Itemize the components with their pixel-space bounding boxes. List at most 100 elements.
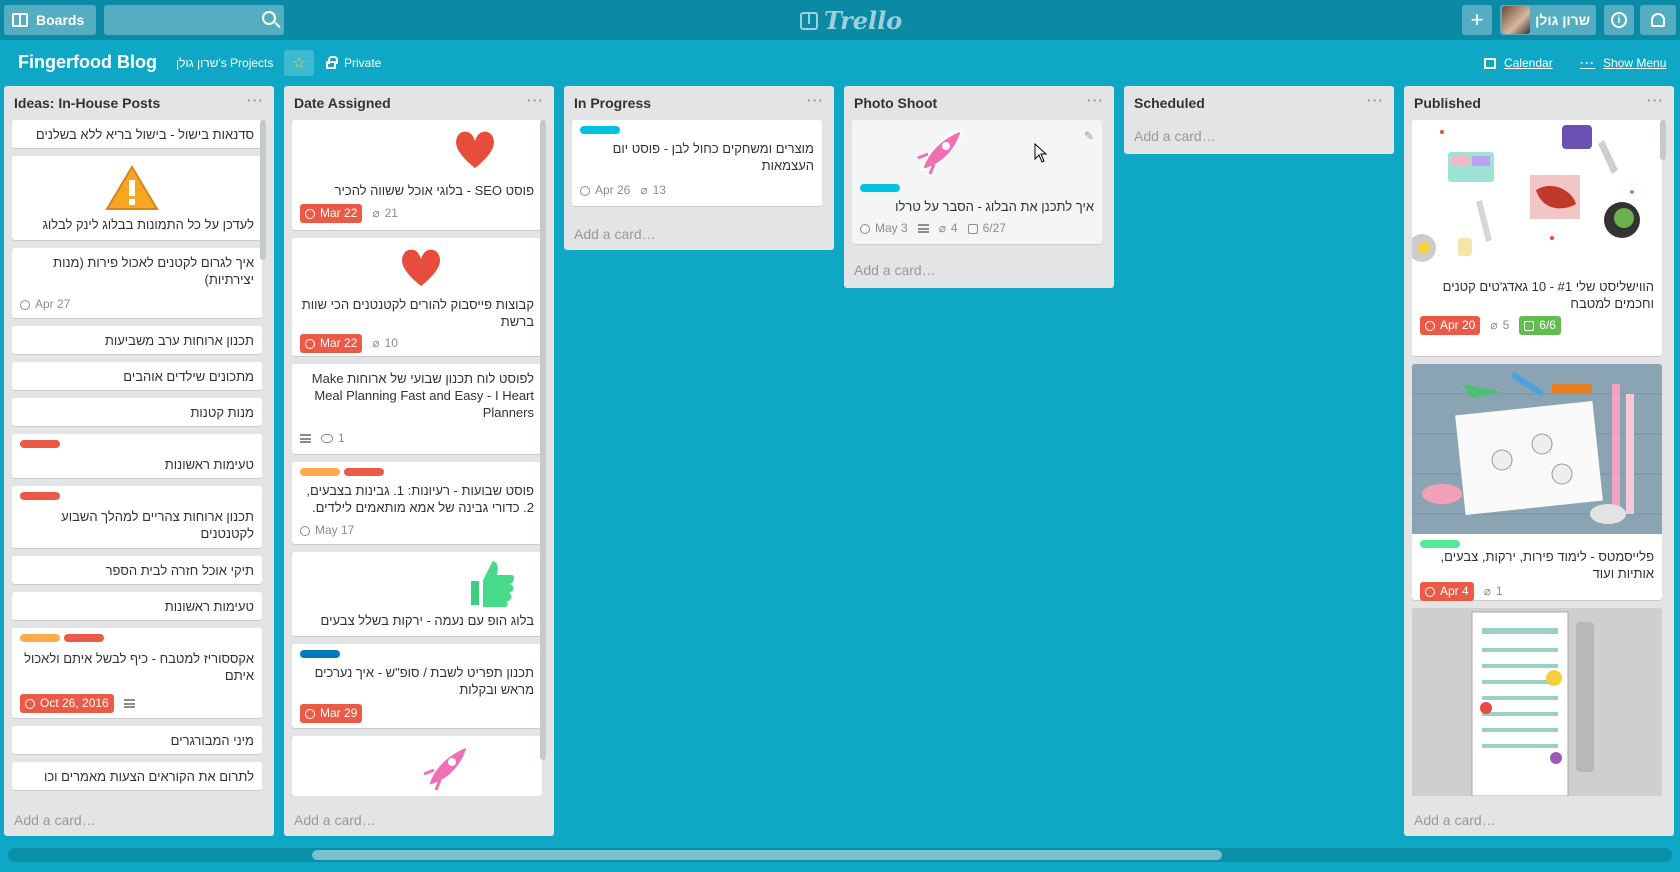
add-card-button[interactable]: Add a card… xyxy=(294,812,376,828)
card-cover-image xyxy=(1412,364,1662,534)
card-title: סדנאות בישול - בישול בריא ללא בשלנים xyxy=(35,127,254,142)
card-title: תכנון ארוחות ערב משביעות xyxy=(104,333,254,348)
checklist-badge: 6/27 xyxy=(967,220,1006,237)
list-menu-icon[interactable]: ··· xyxy=(1367,92,1384,108)
mouse-cursor-icon xyxy=(1034,143,1048,163)
add-card-button[interactable]: Add a card… xyxy=(14,812,96,828)
add-card-button[interactable]: Add a card… xyxy=(854,262,936,278)
list-cards: ✎ איך לתכנן את הבלוג - הסבר על טרלו May … xyxy=(852,120,1102,250)
list-title[interactable]: Published xyxy=(1414,95,1481,111)
list-scheduled: Scheduled ··· Add a card… xyxy=(1124,86,1394,154)
list-card[interactable]: איך לגרום לקטנים לאכול פירות (מנות יצירת… xyxy=(12,248,262,318)
list-card[interactable]: פלייסמטס - לימוד פירות, ירקות, צבעים, או… xyxy=(1412,364,1662,601)
due-date-badge: Oct 26, 2016 xyxy=(20,694,114,713)
calendar-button[interactable]: Calendar xyxy=(1484,56,1553,70)
list-title[interactable]: In Progress xyxy=(574,95,651,111)
search-input[interactable] xyxy=(104,5,284,35)
list-card[interactable]: קבוצות פייסבוק להורים לקטנטנים הכי שוות … xyxy=(292,238,542,356)
card-badges: Apr 20 ⌀ 5 6/6 xyxy=(1420,316,1561,335)
list-cards: סדנאות בישול - בישול בריא ללא בשלנים לעד… xyxy=(12,120,262,796)
paperclip-icon: ⌀ xyxy=(640,183,648,197)
boards-button[interactable]: Boards xyxy=(4,5,96,35)
card-label xyxy=(300,650,340,658)
due-date-text: Mar 22 xyxy=(320,206,358,220)
list-card[interactable]: טעימות ראשונות xyxy=(12,434,262,478)
attachments-badge: ⌀ 1 xyxy=(1484,583,1503,600)
notifications-button[interactable] xyxy=(1640,5,1676,35)
description-icon xyxy=(300,434,311,443)
add-card-button[interactable]: Add a card… xyxy=(1414,812,1496,828)
star-button[interactable]: ☆ xyxy=(284,50,314,76)
board-horizontal-scrollbar[interactable] xyxy=(8,848,1672,862)
list-card[interactable]: סדנאות בישול - בישול בריא ללא בשלנים xyxy=(12,120,262,148)
list-card[interactable]: מנות קטנות xyxy=(12,398,262,426)
due-date-badge: May 3 xyxy=(860,220,908,237)
add-card-button[interactable]: Add a card… xyxy=(1134,128,1216,144)
list-card[interactable]: לעדכן על כל התמונות בבלוג לינק לבלוג xyxy=(12,156,262,240)
scrollbar-thumb[interactable] xyxy=(312,850,1222,860)
clock-icon xyxy=(305,208,315,219)
list-title[interactable]: Scheduled xyxy=(1134,95,1205,111)
list-card[interactable]: ✎ איך לתכנן את הבלוג - הסבר על טרלו May … xyxy=(852,120,1102,244)
list-card[interactable]: מתכונים שילדים אוהבים xyxy=(12,362,262,390)
heart-icon xyxy=(450,126,500,172)
list-card[interactable]: לתרום את הקוראים הצעות מאמרים וכו xyxy=(12,762,262,790)
list-menu-icon[interactable]: ··· xyxy=(1647,92,1664,108)
due-date-badge: Mar 22 xyxy=(300,334,363,353)
list-card[interactable]: תכנון ארוחות צהריים למהלך השבוע לקטנטנים xyxy=(12,486,262,548)
team-name[interactable]: שרון גולן's Projects xyxy=(176,56,273,70)
due-date-badge: Apr 20 xyxy=(1420,316,1481,335)
show-menu-button[interactable]: ··· Show Menu xyxy=(1580,56,1666,70)
list-card[interactable]: אקססוריז למטבח - כיף לבשל איתם ולאכול אי… xyxy=(12,628,262,718)
list-card[interactable] xyxy=(292,736,542,796)
warning-icon xyxy=(104,164,160,212)
user-menu-button[interactable]: שרון גולן xyxy=(1500,5,1596,35)
list-menu-icon[interactable]: ··· xyxy=(527,92,544,108)
list-scrollbar[interactable] xyxy=(260,120,266,260)
list-card[interactable] xyxy=(1412,608,1662,796)
trello-logo[interactable]: Trello xyxy=(800,6,902,35)
due-date-badge: Apr 26 xyxy=(580,182,630,199)
card-badges: 1 xyxy=(300,430,345,447)
list-menu-icon[interactable]: ··· xyxy=(1087,92,1104,108)
board-header: Fingerfood Blog שרון גולן's Projects ☆ P… xyxy=(0,44,1680,82)
list-card[interactable]: מוצרים ומשחקים כחול לבן - פוסט יום העצמא… xyxy=(572,120,822,206)
list-card[interactable]: בלוג הופ עם נעמה - ירקות בשלל צבעים xyxy=(292,552,542,636)
search-icon[interactable] xyxy=(262,11,276,25)
list-scrollbar[interactable] xyxy=(1660,120,1666,160)
list-date-assigned: Date Assigned ··· פוסט SEO - בלוגי אוכל … xyxy=(284,86,554,836)
due-date-badge: Mar 22 xyxy=(300,204,363,223)
card-title: תכנון ארוחות צהריים למהלך השבוע לקטנטנים xyxy=(61,509,254,541)
list-card[interactable]: מיני המבורגרים xyxy=(12,726,262,754)
list-card[interactable]: תכנון תפריט לשבת / סופ"ש - איך נערכים מר… xyxy=(292,644,542,728)
list-title[interactable]: Date Assigned xyxy=(294,95,391,111)
list-card[interactable]: טעימות ראשונות xyxy=(12,592,262,620)
list-card[interactable]: תכנון ארוחות ערב משביעות xyxy=(12,326,262,354)
list-scrollbar[interactable] xyxy=(540,120,546,760)
list-card[interactable]: פוסט SEO - בלוגי אוכל ששווה להכיר Mar 22… xyxy=(292,120,542,230)
visibility-button[interactable]: Private xyxy=(326,55,381,70)
list-card[interactable]: תיקי אוכל חזרה לבית הספר xyxy=(12,556,262,584)
rocket-icon xyxy=(418,740,474,796)
description-icon xyxy=(917,224,929,233)
list-title[interactable]: Photo Shoot xyxy=(854,95,937,111)
card-label xyxy=(860,184,900,192)
list-menu-icon[interactable]: ··· xyxy=(807,92,824,108)
add-card-button[interactable]: Add a card… xyxy=(574,226,656,242)
card-title: מתכונים שילדים אוהבים xyxy=(123,369,254,384)
list-card[interactable]: לפוסט לוח תכנון שבועי של ארוחות Make Mea… xyxy=(292,364,542,454)
attachments-count: 1 xyxy=(1495,584,1503,598)
card-badges: Oct 26, 2016 xyxy=(20,694,135,713)
list-card[interactable]: פוסט שבועות - רעיונות: 1. גבינות בצבעים,… xyxy=(292,462,542,544)
info-button[interactable]: i xyxy=(1604,5,1634,35)
card-label xyxy=(20,492,60,500)
list-title[interactable]: Ideas: In-House Posts xyxy=(14,95,160,111)
list-card[interactable]: הווישליסט שלי #1 - 10 גאדג'טים קטנים וחכ… xyxy=(1412,120,1662,356)
board-title[interactable]: Fingerfood Blog xyxy=(18,52,157,73)
edit-pencil-icon[interactable]: ✎ xyxy=(1084,128,1094,145)
list-menu-icon[interactable]: ··· xyxy=(247,92,264,108)
card-title: הווישליסט שלי #1 - 10 גאדג'טים קטנים וחכ… xyxy=(1442,279,1654,311)
card-badges: Apr 4 ⌀ 1 xyxy=(1420,582,1503,601)
add-button[interactable]: + xyxy=(1462,5,1492,35)
boards-icon xyxy=(12,13,28,27)
